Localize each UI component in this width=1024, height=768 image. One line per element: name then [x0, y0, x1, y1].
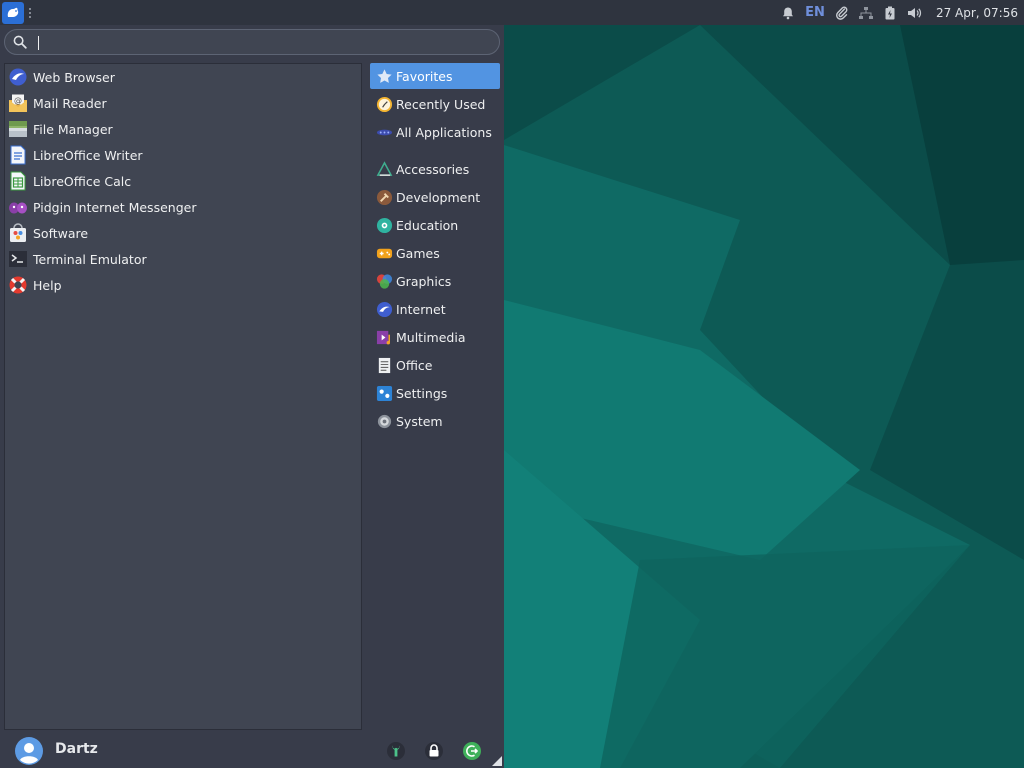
search-input[interactable]	[33, 32, 493, 52]
system-icon	[375, 412, 393, 430]
text-cursor	[38, 36, 39, 50]
log-out-button[interactable]	[461, 740, 483, 762]
list-item-software[interactable]: Software	[5, 220, 361, 246]
software-icon	[8, 223, 28, 243]
search-box[interactable]	[4, 29, 500, 55]
terminal-icon	[8, 249, 28, 269]
category-system[interactable]: System	[370, 408, 500, 434]
accessories-icon	[375, 160, 393, 178]
category-favorites[interactable]: Favorites	[370, 63, 500, 89]
network-icon[interactable]	[854, 0, 878, 25]
category-all-applications[interactable]: All Applications	[370, 119, 500, 145]
list-item-file-manager[interactable]: File Manager	[5, 116, 361, 142]
volume-icon[interactable]	[902, 0, 926, 25]
category-label: Accessories	[396, 161, 470, 177]
category-list: Favorites Recently Used All Applications…	[370, 63, 500, 483]
settings-manager-button[interactable]	[385, 740, 407, 762]
category-label: Graphics	[396, 273, 452, 289]
list-item-label: Help	[33, 277, 62, 293]
pidgin-icon	[8, 197, 28, 217]
list-item-label: LibreOffice Calc	[33, 173, 132, 189]
list-item-label: Software	[33, 225, 89, 241]
file-manager-icon	[8, 119, 28, 139]
category-development[interactable]: Development	[370, 184, 500, 210]
category-internet[interactable]: Internet	[370, 296, 500, 322]
keyboard-layout-indicator[interactable]: EN	[800, 5, 830, 20]
favorites-list: Web Browser @ Mail Reader File Manager L…	[4, 63, 362, 730]
username: Dartz	[55, 741, 98, 757]
panel-drag-handle[interactable]	[28, 6, 32, 19]
list-item-label: Mail Reader	[33, 95, 107, 111]
list-item-web-browser[interactable]: Web Browser	[5, 64, 361, 90]
list-item-label: Pidgin Internet Messenger	[33, 199, 197, 215]
list-item-label: Web Browser	[33, 69, 115, 85]
all-applications-icon	[375, 123, 393, 141]
category-label: All Applications	[396, 124, 492, 140]
application-menu: Web Browser @ Mail Reader File Manager L…	[0, 25, 504, 768]
lock-icon	[425, 742, 443, 760]
xfce-mouse-icon	[7, 7, 19, 17]
list-item-libreoffice-writer[interactable]: LibreOffice Writer	[5, 142, 361, 168]
category-multimedia[interactable]: Multimedia	[370, 324, 500, 350]
settings-icon	[375, 384, 393, 402]
star-icon	[375, 67, 393, 85]
resize-grip[interactable]	[492, 756, 502, 766]
libreoffice-calc-icon	[8, 171, 28, 191]
list-item-label: Terminal Emulator	[33, 251, 147, 267]
office-icon	[375, 356, 393, 374]
paperclip-icon[interactable]	[830, 0, 854, 25]
whisker-menu-button[interactable]	[2, 1, 24, 24]
category-label: Internet	[396, 301, 446, 317]
mail-reader-icon: @	[8, 93, 28, 113]
category-label: Settings	[396, 385, 448, 401]
libreoffice-writer-icon	[8, 145, 28, 165]
internet-icon	[375, 300, 393, 318]
category-label: Education	[396, 217, 459, 233]
help-icon	[8, 275, 28, 295]
top-panel: EN 27 Apr, 07:56	[0, 0, 1024, 25]
notifications-bell-icon[interactable]	[776, 0, 800, 25]
graphics-icon	[375, 272, 393, 290]
list-item-label: LibreOffice Writer	[33, 147, 143, 163]
category-education[interactable]: Education	[370, 212, 500, 238]
list-item-libreoffice-calc[interactable]: LibreOffice Calc	[5, 168, 361, 194]
category-label: Office	[396, 357, 433, 373]
list-item-terminal[interactable]: Terminal Emulator	[5, 246, 361, 272]
clock-icon	[375, 95, 393, 113]
category-recently-used[interactable]: Recently Used	[370, 91, 500, 117]
multimedia-icon	[375, 328, 393, 346]
category-settings[interactable]: Settings	[370, 380, 500, 406]
search-icon	[13, 35, 27, 49]
category-label: Multimedia	[396, 329, 466, 345]
category-label: Development	[396, 189, 481, 205]
web-browser-icon	[8, 67, 28, 87]
menu-footer: Dartz	[0, 730, 504, 768]
category-accessories[interactable]: Accessories	[370, 156, 500, 182]
log-out-icon	[463, 742, 481, 760]
list-item-pidgin[interactable]: Pidgin Internet Messenger	[5, 194, 361, 220]
development-icon	[375, 188, 393, 206]
games-icon	[375, 244, 393, 262]
list-item-mail-reader[interactable]: @ Mail Reader	[5, 90, 361, 116]
category-label: Recently Used	[396, 96, 486, 112]
panel-clock[interactable]: 27 Apr, 07:56	[926, 6, 1024, 20]
category-label: Games	[396, 245, 440, 261]
category-games[interactable]: Games	[370, 240, 500, 266]
system-tray: EN 27 Apr, 07:56	[776, 0, 1024, 25]
wrench-icon	[387, 742, 405, 760]
svg-text:@: @	[14, 96, 22, 105]
list-item-help[interactable]: Help	[5, 272, 361, 298]
battery-icon[interactable]	[878, 0, 902, 25]
list-item-label: File Manager	[33, 121, 113, 137]
lock-screen-button[interactable]	[423, 740, 445, 762]
education-icon	[375, 216, 393, 234]
category-office[interactable]: Office	[370, 352, 500, 378]
avatar[interactable]	[15, 737, 43, 765]
category-graphics[interactable]: Graphics	[370, 268, 500, 294]
category-label: Favorites	[396, 68, 453, 84]
category-label: System	[396, 413, 443, 429]
